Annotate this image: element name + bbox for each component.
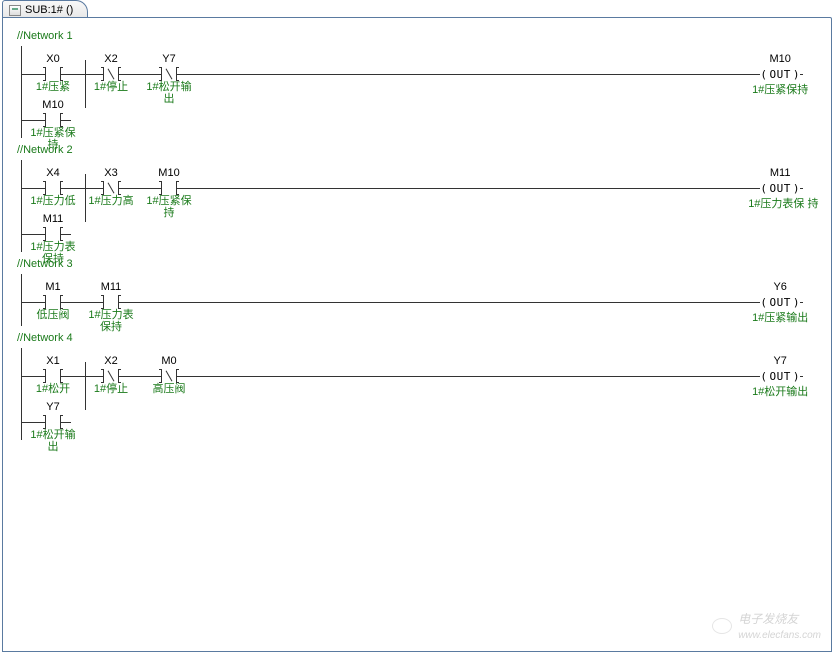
wire: [129, 376, 151, 377]
contact-no[interactable]: M11 1#压力表 保持: [35, 226, 71, 242]
contact-no[interactable]: M10 1#压紧保 持: [35, 112, 71, 128]
coil-out[interactable]: Y6 (OUT) 1#压紧输出: [757, 294, 803, 310]
wire: [21, 120, 35, 121]
network-label: //Network 2: [17, 144, 831, 156]
wire: [187, 74, 757, 75]
coil-out[interactable]: Y7 (OUT) 1#松开输出: [757, 368, 803, 384]
watermark-url: www.elecfans.com: [738, 630, 821, 641]
wire: [71, 74, 93, 75]
contact-no[interactable]: M1 低压阀: [35, 294, 71, 310]
contact-no[interactable]: X1 1#松开: [35, 368, 71, 384]
wire: [21, 188, 35, 189]
contact-nc[interactable]: X2 1#停止: [93, 66, 129, 82]
tab-title: SUB:1# (): [25, 4, 73, 16]
wire: [129, 302, 757, 303]
wire: [129, 188, 151, 189]
watermark-brand: 电子发烧友: [738, 612, 798, 626]
contact-nc[interactable]: M0 高压阀: [151, 368, 187, 384]
wire: [71, 376, 93, 377]
contact-no[interactable]: M11 1#压力表 保持: [93, 294, 129, 310]
program-icon: [9, 5, 21, 16]
wire: [21, 376, 35, 377]
contact-nc[interactable]: Y7 1#松开输 出: [151, 66, 187, 82]
watermark-logo-icon: [712, 618, 732, 634]
wire: [21, 422, 35, 423]
rung-3[interactable]: M1 低压阀 M11 1#压力表 保持 Y6 (OUT) 1#压紧输出: [17, 274, 831, 326]
contact-nc[interactable]: X3 1#压力高: [93, 180, 129, 196]
contact-no[interactable]: X0 1#压紧: [35, 66, 71, 82]
network-label: //Network 4: [17, 332, 831, 344]
wire: [71, 302, 93, 303]
wire: [21, 302, 35, 303]
program-tab[interactable]: SUB:1# (): [2, 0, 88, 18]
wire: [187, 376, 757, 377]
wire: [21, 234, 35, 235]
wire: [21, 74, 35, 75]
contact-no[interactable]: Y7 1#松开输 出: [35, 414, 71, 430]
contact-no[interactable]: X4 1#压力低: [35, 180, 71, 196]
network-label: //Network 3: [17, 258, 831, 270]
rung-2[interactable]: X4 1#压力低 X3 1#压力高 M10 1#压紧保 持 M11 (OUT) …: [17, 160, 831, 252]
coil-out[interactable]: M10 (OUT) 1#压紧保持: [757, 66, 803, 82]
rung-1[interactable]: X0 1#压紧 X2 1#停止 Y7 1#松开输 出 M10 (OUT) 1#压…: [17, 46, 831, 138]
contact-no[interactable]: M10 1#压紧保 持: [151, 180, 187, 196]
coil-out[interactable]: M11 (OUT) 1#压力表保 持: [757, 180, 803, 196]
wire: [71, 188, 93, 189]
rung-4[interactable]: X1 1#松开 X2 1#停止 M0 高压阀 Y7 (OUT) 1#松开输出: [17, 348, 831, 440]
contact-nc[interactable]: X2 1#停止: [93, 368, 129, 384]
editor-area[interactable]: //Network 1 X0 1#压紧 X2 1#停止 Y7 1#松开输 出: [2, 17, 832, 652]
wire: [187, 188, 757, 189]
watermark: 电子发烧友 www.elecfans.com: [712, 610, 821, 641]
network-label: //Network 1: [17, 30, 831, 42]
wire: [129, 74, 151, 75]
